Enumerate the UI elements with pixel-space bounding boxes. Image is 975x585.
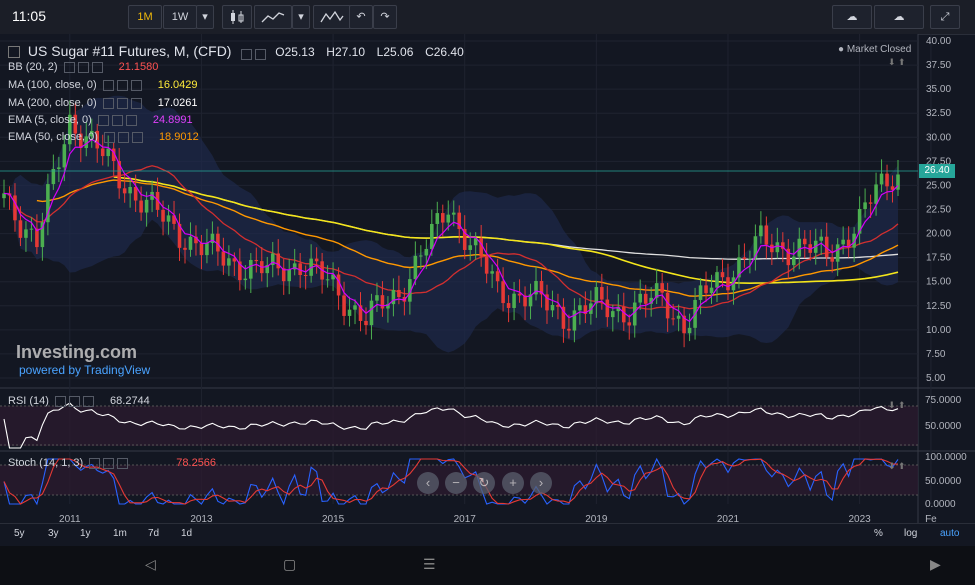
cloud-load-icon[interactable]: ☁ — [874, 5, 924, 29]
scale-log[interactable]: log — [904, 528, 917, 539]
last-price-tag: 26.40 — [919, 164, 955, 178]
range-bar: 5y 3y 1y 1m 7d 1d % log auto — [0, 523, 975, 544]
time-tick-label: 2015 — [322, 514, 345, 523]
rsi-legend: RSI (14) 68.2744 — [8, 395, 150, 408]
market-status: ● Market Closed — [838, 44, 912, 55]
price-tick-label: 20.00 — [926, 229, 951, 240]
chart-legend-title: US Sugar #11 Futures, M, (CFD) O25.13 H2… — [8, 43, 464, 61]
indicator-settings-icon[interactable] — [63, 62, 108, 74]
chart-style-dropdown-icon[interactable]: ▾ — [292, 5, 310, 29]
price-tick-label: 32.50 — [926, 108, 951, 119]
range-5y[interactable]: 5y — [14, 528, 25, 539]
stoch-axis-50: 50.0000 — [925, 476, 962, 487]
rsi-axis-50: 50.0000 — [925, 421, 962, 432]
reset-icon[interactable]: ↻ — [473, 472, 495, 494]
indicator-ma100: MA (100, close, 0) 16.0429 — [8, 79, 198, 92]
pane-arrows-icon[interactable]: ⬇ ⬆ — [888, 461, 906, 472]
scale-auto[interactable]: auto — [940, 528, 959, 539]
indicator-settings-icon[interactable] — [102, 98, 147, 110]
home-icon[interactable]: ▢ — [283, 556, 296, 573]
range-1m[interactable]: 1m — [113, 528, 127, 539]
redo-icon[interactable]: ↷ — [373, 5, 397, 29]
time-tick-label: 2011 — [59, 514, 81, 523]
fullscreen-icon[interactable]: ⤢ — [930, 5, 960, 29]
interval-1m-button[interactable]: 1M — [128, 5, 162, 29]
stoch-legend: Stoch (14, 1, 3) 78.2566 — [8, 457, 217, 470]
indicator-settings-icon[interactable] — [103, 132, 148, 144]
range-1y[interactable]: 1y — [80, 528, 91, 539]
cloud-save-icon[interactable]: ☁ — [832, 5, 872, 29]
chart-title: US Sugar #11 Futures, M, (CFD) — [27, 43, 232, 59]
scale-percent[interactable]: % — [874, 528, 883, 539]
stoch-axis-100: 100.0000 — [925, 452, 967, 463]
scroll-left-icon[interactable]: ‹ — [417, 472, 439, 494]
price-tick-label: 37.50 — [926, 60, 951, 71]
candlestick-icon[interactable] — [222, 5, 252, 29]
indicator-settings-icon[interactable] — [97, 115, 142, 127]
time-tick-label: 2017 — [454, 514, 477, 523]
ohlc-close: C26.40 — [425, 45, 464, 59]
watermark: Investing.com — [16, 342, 138, 362]
interval-1w-button[interactable]: 1W — [163, 5, 197, 29]
price-tick-label: 40.00 — [926, 36, 951, 47]
price-tick-label: 17.50 — [926, 253, 951, 264]
price-tick-label: 35.00 — [926, 84, 951, 95]
price-tick-label: 7.50 — [926, 349, 946, 360]
range-1d[interactable]: 1d — [181, 528, 192, 539]
range-3y[interactable]: 3y — [48, 528, 59, 539]
undo-icon[interactable]: ↶ — [349, 5, 373, 29]
back-icon[interactable]: ◁ — [145, 556, 156, 573]
time-tick-label: 2023 — [848, 514, 871, 523]
indicator-settings-icon[interactable] — [102, 80, 147, 92]
powered-by-link[interactable]: powered by TradingView — [19, 363, 150, 377]
price-tick-label: 22.50 — [926, 205, 951, 216]
time-tick-label: 2019 — [585, 514, 608, 523]
collapse-icon[interactable] — [8, 46, 20, 59]
indicator-ma200: MA (200, close, 0) 17.0261 — [8, 97, 198, 110]
indicator-settings-icon[interactable] — [54, 396, 99, 408]
chart-style-icon[interactable] — [254, 5, 292, 29]
time-tick-label: Fe — [925, 514, 937, 523]
menu-icon[interactable]: ☰ — [423, 556, 436, 573]
time-tick-label: 2021 — [717, 514, 740, 523]
indicator-ema5: EMA (5, close, 0) 24.8991 — [8, 114, 193, 127]
indicator-bb: BB (20, 2) 21.1580 — [8, 61, 159, 74]
system-nav-bar: ◁ ▢ ☰ ▶ — [0, 546, 975, 585]
zoom-in-icon[interactable]: + — [502, 472, 524, 494]
zoom-out-icon[interactable]: − — [445, 472, 467, 494]
price-tick-label: 10.00 — [926, 325, 951, 336]
time-tick-label: 2013 — [190, 514, 213, 523]
interval-dropdown-icon[interactable]: ▾ — [196, 5, 214, 29]
price-tick-label: 5.00 — [926, 373, 946, 384]
price-tick-label: 12.50 — [926, 301, 951, 312]
range-7d[interactable]: 7d — [148, 528, 159, 539]
price-tick-label: 15.00 — [926, 277, 951, 288]
stoch-axis-0: 0.0000 — [925, 499, 956, 510]
ohlc-high: H27.10 — [326, 45, 365, 59]
indicator-settings-icon[interactable] — [89, 458, 133, 470]
pane-arrows-icon[interactable]: ⬇ ⬆ — [888, 57, 906, 68]
rsi-axis-75: 75.0000 — [925, 395, 962, 406]
top-toolbar: 11:05 1M 1W ▾ ▾ ↶ ↷ ☁ ☁ ⤢ — [0, 0, 975, 35]
indicators-icon[interactable] — [313, 5, 351, 29]
legend-settings-icon[interactable] — [241, 47, 271, 61]
indicator-ema50: EMA (50, close, 0) 18.9012 — [8, 131, 199, 144]
status-time: 11:05 — [12, 8, 46, 24]
rsi-band — [0, 406, 918, 446]
ohlc-low: L25.06 — [376, 45, 414, 59]
price-tick-label: 25.00 — [926, 180, 951, 191]
scroll-right-icon[interactable]: › — [530, 472, 552, 494]
price-tick-label: 30.00 — [926, 132, 951, 143]
ohlc-open: O25.13 — [275, 45, 315, 59]
pane-arrows-icon[interactable]: ⬇ ⬆ — [888, 400, 906, 411]
forward-icon[interactable]: ▶ — [930, 556, 941, 573]
